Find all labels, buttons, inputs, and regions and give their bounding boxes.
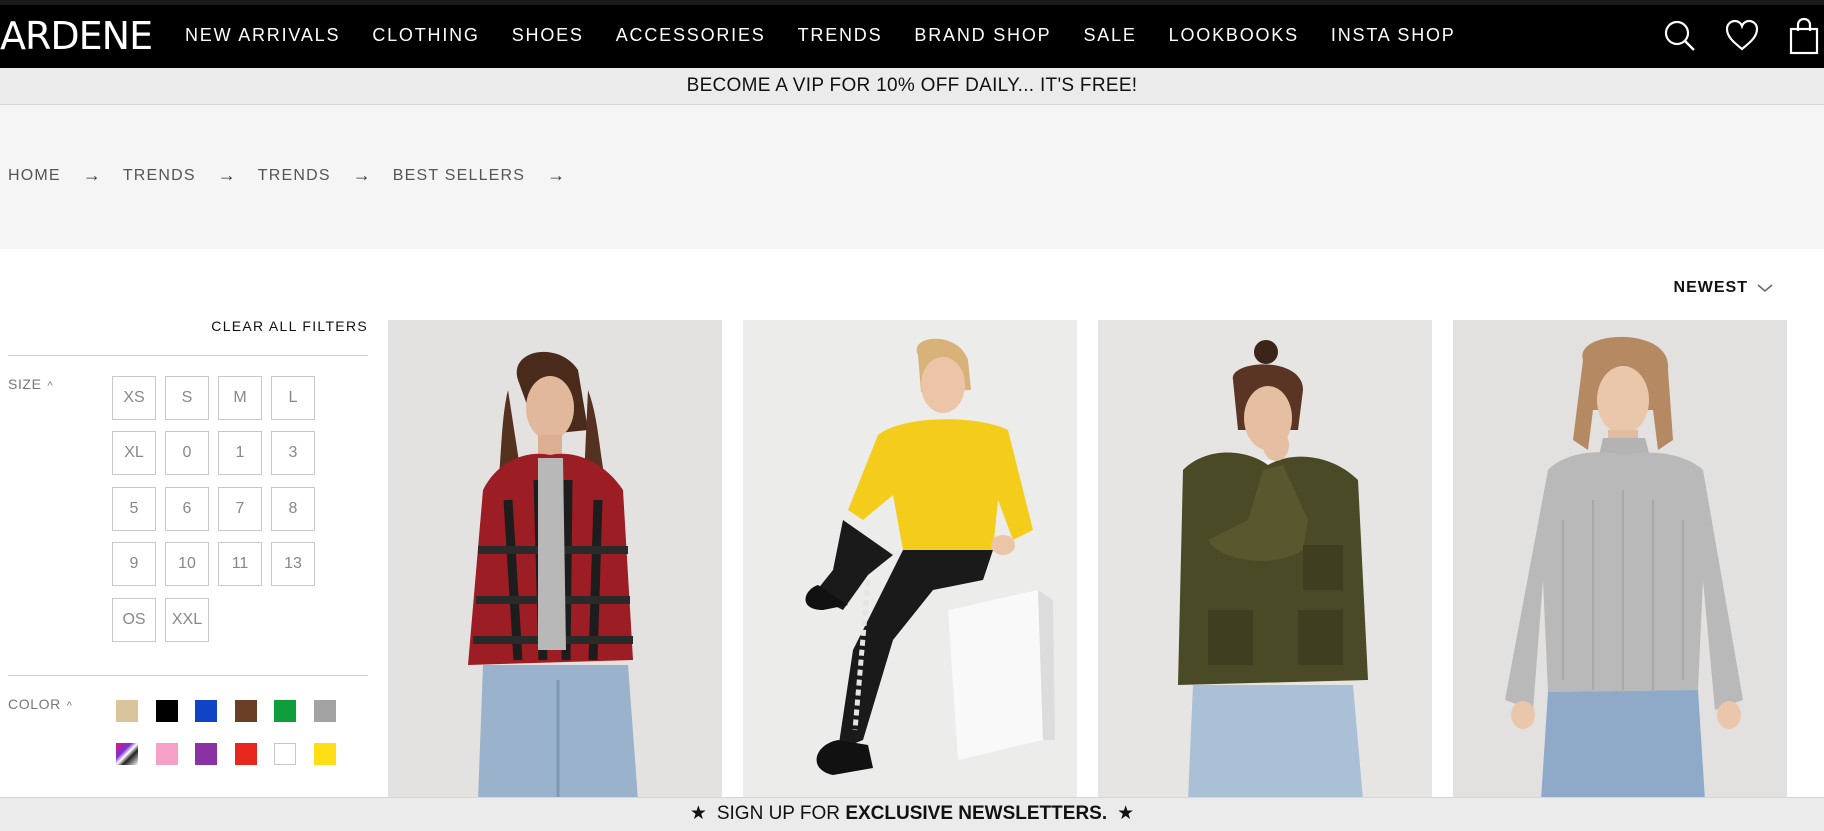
breadcrumb-separator: → <box>547 165 566 185</box>
newsletter-bold: EXCLUSIVE NEWSLETTERS. <box>845 803 1108 824</box>
product-image <box>1098 320 1432 800</box>
product-image <box>743 320 1077 800</box>
newsletter-prefix: SIGN UP FOR <box>716 803 846 824</box>
color-swatch-red[interactable] <box>235 743 257 765</box>
size-option-13[interactable]: 13 <box>271 542 315 586</box>
color-swatch-black[interactable] <box>156 700 178 722</box>
search-icon[interactable] <box>1660 16 1700 56</box>
chevron-up-icon: ^ <box>47 380 54 392</box>
size-option-6[interactable]: 6 <box>165 487 209 531</box>
nav-item-lookbooks[interactable]: LOOKBOOKS <box>1169 22 1299 48</box>
size-option-5[interactable]: 5 <box>112 487 156 531</box>
nav-item-new-arrivals[interactable]: NEW ARRIVALS <box>185 22 340 48</box>
brand-logo[interactable]: ARDENE <box>0 16 153 56</box>
breadcrumb-separator: → <box>352 165 371 185</box>
filter-divider <box>8 355 368 356</box>
size-option-l[interactable]: L <box>271 376 315 420</box>
breadcrumb-separator: → <box>217 165 236 185</box>
color-swatch-white[interactable] <box>274 743 296 765</box>
breadcrumb: HOME → TRENDS → TRENDS → BEST SELLERS → <box>8 165 587 186</box>
size-option-10[interactable]: 10 <box>165 542 209 586</box>
top-strip <box>0 0 1824 5</box>
nav-item-shoes[interactable]: SHOES <box>512 22 584 48</box>
size-option-8[interactable]: 8 <box>271 487 315 531</box>
chevron-up-icon: ^ <box>66 700 73 712</box>
nav-item-clothing[interactable]: CLOTHING <box>372 22 479 48</box>
sort-dropdown[interactable]: NEWEST <box>1674 279 1774 297</box>
product-card-olive-utility-jacket[interactable] <box>1098 320 1432 800</box>
star-icon: ★ <box>1117 803 1135 824</box>
star-icon: ★ <box>689 803 707 824</box>
color-swatch-yellow[interactable] <box>314 743 336 765</box>
breadcrumb-trends-2[interactable]: TRENDS <box>258 167 331 185</box>
newsletter-signup-bar[interactable]: ★ SIGN UP FOR EXCLUSIVE NEWSLETTERS. ★ <box>0 797 1824 831</box>
shopping-bag-icon[interactable] <box>1784 16 1824 56</box>
breadcrumb-separator: → <box>82 165 101 185</box>
main-menu: NEW ARRIVALS CLOTHING SHOES ACCESSORIES … <box>185 22 1488 48</box>
size-option-m[interactable]: M <box>218 376 262 420</box>
top-navigation: ARDENE NEW ARRIVALS CLOTHING SHOES ACCES… <box>0 0 1824 68</box>
heart-icon[interactable] <box>1722 16 1762 56</box>
color-facet-label: COLOR <box>8 696 61 712</box>
size-option-xs[interactable]: XS <box>112 376 156 420</box>
product-card-grey-knit-sweater[interactable] <box>1453 320 1787 800</box>
nav-item-accessories[interactable]: ACCESSORIES <box>616 22 766 48</box>
nav-item-insta-shop[interactable]: INSTA SHOP <box>1331 22 1456 48</box>
size-option-9[interactable]: 9 <box>112 542 156 586</box>
color-swatch-blue[interactable] <box>195 700 217 722</box>
breadcrumb-trends[interactable]: TRENDS <box>123 167 196 185</box>
size-facet-toggle[interactable]: SIZE ^ <box>8 376 53 392</box>
size-option-xl[interactable]: XL <box>112 431 156 475</box>
nav-item-trends[interactable]: TRENDS <box>798 22 883 48</box>
size-option-xxl[interactable]: XXL <box>165 598 209 642</box>
color-facet-toggle[interactable]: COLOR ^ <box>8 696 73 712</box>
sort-label: NEWEST <box>1673 279 1748 296</box>
size-option-1[interactable]: 1 <box>218 431 262 475</box>
size-option-3[interactable]: 3 <box>271 431 315 475</box>
size-option-s[interactable]: S <box>165 376 209 420</box>
size-option-11[interactable]: 11 <box>218 542 262 586</box>
product-card-plaid-hooded-shirt[interactable] <box>388 320 722 800</box>
product-image <box>1453 320 1787 800</box>
breadcrumb-home[interactable]: HOME <box>8 167 61 185</box>
chevron-down-icon <box>1757 284 1773 292</box>
nav-item-sale[interactable]: SALE <box>1083 22 1136 48</box>
size-option-0[interactable]: 0 <box>165 431 209 475</box>
color-swatch-multi[interactable] <box>116 743 138 765</box>
color-swatch-pink[interactable] <box>156 743 178 765</box>
color-swatch-brown[interactable] <box>235 700 257 722</box>
header-actions <box>1638 16 1824 56</box>
color-swatch-grey[interactable] <box>314 700 336 722</box>
product-card-yellow-top-black-leggings[interactable] <box>743 320 1077 800</box>
color-swatch-beige[interactable] <box>116 700 138 722</box>
color-swatch-purple[interactable] <box>195 743 217 765</box>
breadcrumb-best-sellers[interactable]: BEST SELLERS <box>393 167 525 185</box>
product-image <box>388 320 722 800</box>
nav-item-brand-shop[interactable]: BRAND SHOP <box>914 22 1051 48</box>
filter-divider <box>8 675 368 676</box>
size-option-os[interactable]: OS <box>112 598 156 642</box>
clear-all-filters-button[interactable]: CLEAR ALL FILTERS <box>211 318 368 334</box>
color-swatch-green[interactable] <box>274 700 296 722</box>
vip-promo-banner[interactable]: BECOME A VIP FOR 10% OFF DAILY... IT'S F… <box>0 68 1824 105</box>
breadcrumb-area: HOME → TRENDS → TRENDS → BEST SELLERS → <box>0 105 1824 249</box>
size-option-7[interactable]: 7 <box>218 487 262 531</box>
size-facet-label: SIZE <box>8 376 42 392</box>
